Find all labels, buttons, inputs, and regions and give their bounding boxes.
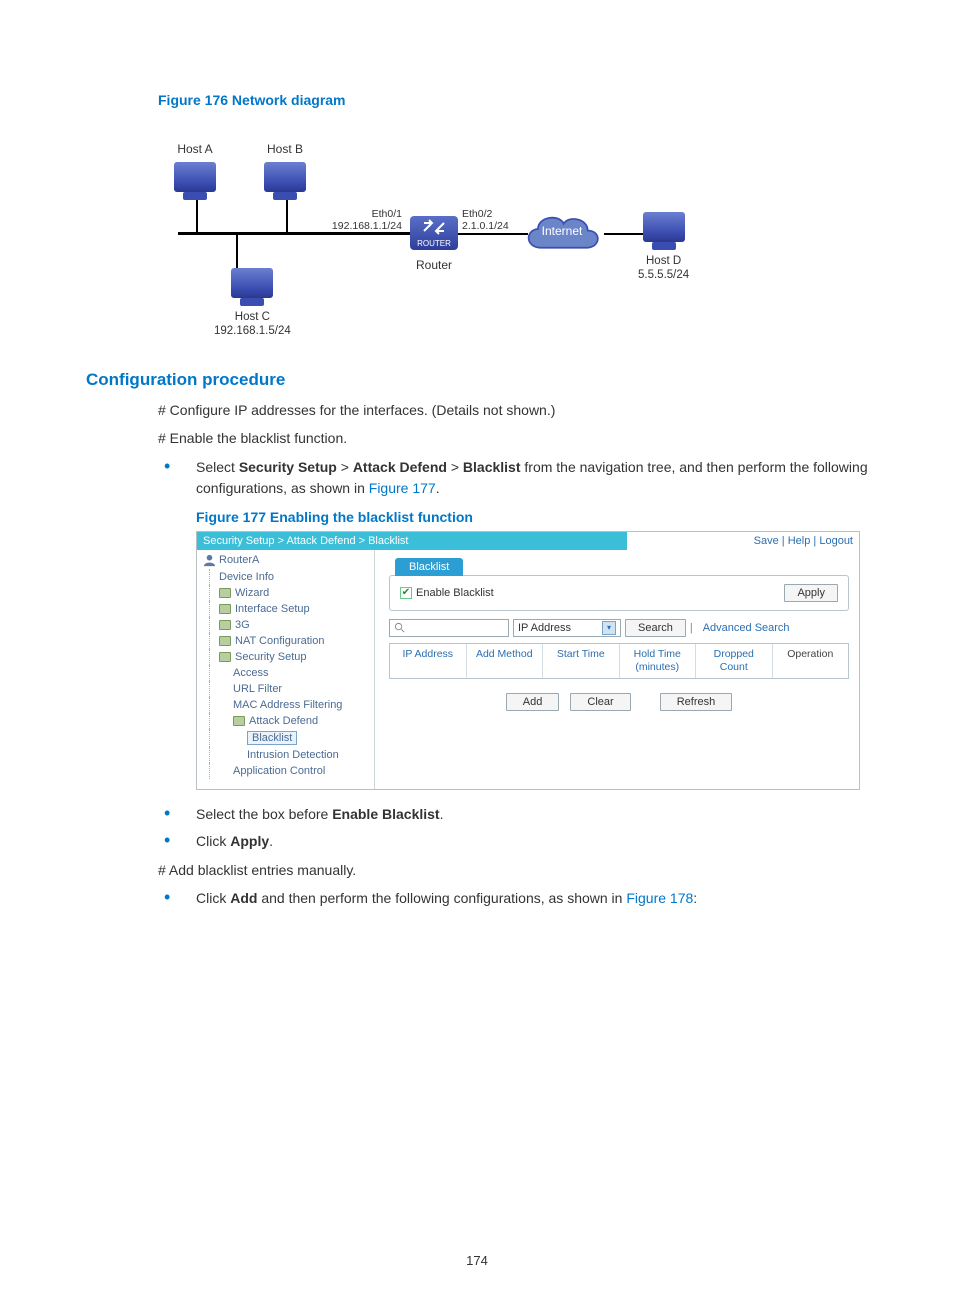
- figure-176-caption: Figure 176 Network diagram: [158, 92, 868, 108]
- nav-device-info[interactable]: Device Info: [203, 569, 374, 585]
- section-configuration-procedure: Configuration procedure: [86, 370, 868, 390]
- host-d-label: Host D 5.5.5.5/24: [638, 254, 689, 283]
- refresh-button[interactable]: Refresh: [660, 693, 733, 711]
- folder-icon: [233, 716, 245, 726]
- advanced-search-link[interactable]: Advanced Search: [703, 622, 790, 634]
- folder-icon: [219, 620, 231, 630]
- search-input[interactable]: [389, 619, 509, 637]
- eth01-label: Eth0/1: [372, 208, 402, 220]
- nav-wizard[interactable]: Wizard: [203, 585, 374, 601]
- nav-security-setup[interactable]: Security Setup: [203, 649, 374, 665]
- col-ip[interactable]: IP Address: [390, 644, 467, 678]
- computer-icon: [643, 212, 685, 242]
- nav-3g[interactable]: 3G: [203, 617, 374, 633]
- internet-cloud-icon: Internet: [518, 210, 606, 258]
- step-enable-blacklist: # Enable the blacklist function.: [158, 428, 868, 448]
- enable-blacklist-label[interactable]: Enable Blacklist: [400, 587, 494, 599]
- search-button[interactable]: Search: [625, 619, 686, 637]
- col-start[interactable]: Start Time: [543, 644, 620, 678]
- figure-177-link[interactable]: Figure 177: [369, 480, 436, 496]
- host-b-label: Host B: [264, 142, 306, 156]
- nav-intrusion[interactable]: Intrusion Detection: [203, 747, 374, 763]
- step-add-entries: # Add blacklist entries manually.: [158, 860, 868, 880]
- eth02-ip: 2.1.0.1/24: [462, 220, 509, 232]
- nav-access[interactable]: Access: [203, 665, 374, 681]
- host-a-label: Host A: [174, 142, 216, 156]
- tab-blacklist[interactable]: Blacklist: [395, 558, 463, 576]
- nav-url-filter[interactable]: URL Filter: [203, 681, 374, 697]
- enable-blacklist-checkbox[interactable]: [400, 587, 412, 599]
- top-links: Save | Help | Logout: [627, 532, 859, 550]
- network-diagram: Host A Host B Host C 192.168.1.5/24 Eth0…: [158, 114, 718, 344]
- search-icon: [394, 622, 405, 633]
- col-hold[interactable]: Hold Time (minutes): [620, 644, 697, 678]
- help-link[interactable]: Help: [788, 535, 811, 547]
- admin-ui-screenshot: Security Setup > Attack Defend > Blackli…: [196, 531, 860, 790]
- col-operation: Operation: [773, 644, 849, 678]
- router-icon: ROUTER: [410, 216, 458, 250]
- nav-app-control[interactable]: Application Control: [203, 763, 374, 779]
- user-icon: [203, 554, 216, 567]
- nav-interface-setup[interactable]: Interface Setup: [203, 601, 374, 617]
- computer-icon: [231, 268, 273, 298]
- figure-177-caption: Figure 177 Enabling the blacklist functi…: [196, 509, 868, 525]
- breadcrumb: Security Setup > Attack Defend > Blackli…: [197, 532, 627, 550]
- folder-icon: [219, 604, 231, 614]
- bullet-click-add: Click Add and then perform the following…: [158, 888, 868, 909]
- page-number: 174: [0, 1253, 954, 1268]
- col-dropped[interactable]: Dropped Count: [696, 644, 773, 678]
- bullet-navigate: Select Security Setup > Attack Defend > …: [158, 457, 868, 499]
- blacklist-table-header: IP Address Add Method Start Time Hold Ti…: [389, 643, 849, 679]
- eth02-label: Eth0/2: [462, 208, 492, 220]
- search-field-dropdown[interactable]: IP Address ▾: [513, 619, 621, 637]
- bullet-click-apply: Click Apply.: [158, 831, 868, 852]
- nav-mac-filter[interactable]: MAC Address Filtering: [203, 697, 374, 713]
- add-button[interactable]: Add: [506, 693, 560, 711]
- folder-icon: [219, 636, 231, 646]
- col-method[interactable]: Add Method: [467, 644, 544, 678]
- tree-root-label[interactable]: RouterA: [219, 554, 259, 566]
- clear-button[interactable]: Clear: [570, 693, 630, 711]
- internet-label: Internet: [518, 224, 606, 238]
- nav-attack-defend[interactable]: Attack Defend: [203, 713, 374, 729]
- folder-icon: [219, 652, 231, 662]
- save-link[interactable]: Save: [754, 535, 779, 547]
- router-label: Router: [402, 258, 466, 272]
- eth01-ip: 192.168.1.1/24: [332, 220, 402, 232]
- chevron-down-icon: ▾: [602, 621, 616, 635]
- bullet-select-enable: Select the box before Enable Blacklist.: [158, 804, 868, 825]
- figure-178-link[interactable]: Figure 178: [626, 890, 693, 906]
- host-c-label: Host C 192.168.1.5/24: [214, 310, 291, 339]
- nav-nat[interactable]: NAT Configuration: [203, 633, 374, 649]
- nav-blacklist[interactable]: Blacklist: [203, 729, 374, 747]
- step-configure-ip: # Configure IP addresses for the interfa…: [158, 400, 868, 420]
- nav-tree: RouterA Device Info Wizard Interface Set…: [197, 550, 375, 789]
- folder-icon: [219, 588, 231, 598]
- apply-button[interactable]: Apply: [784, 584, 838, 602]
- computer-icon: [174, 162, 216, 192]
- computer-icon: [264, 162, 306, 192]
- logout-link[interactable]: Logout: [819, 535, 853, 547]
